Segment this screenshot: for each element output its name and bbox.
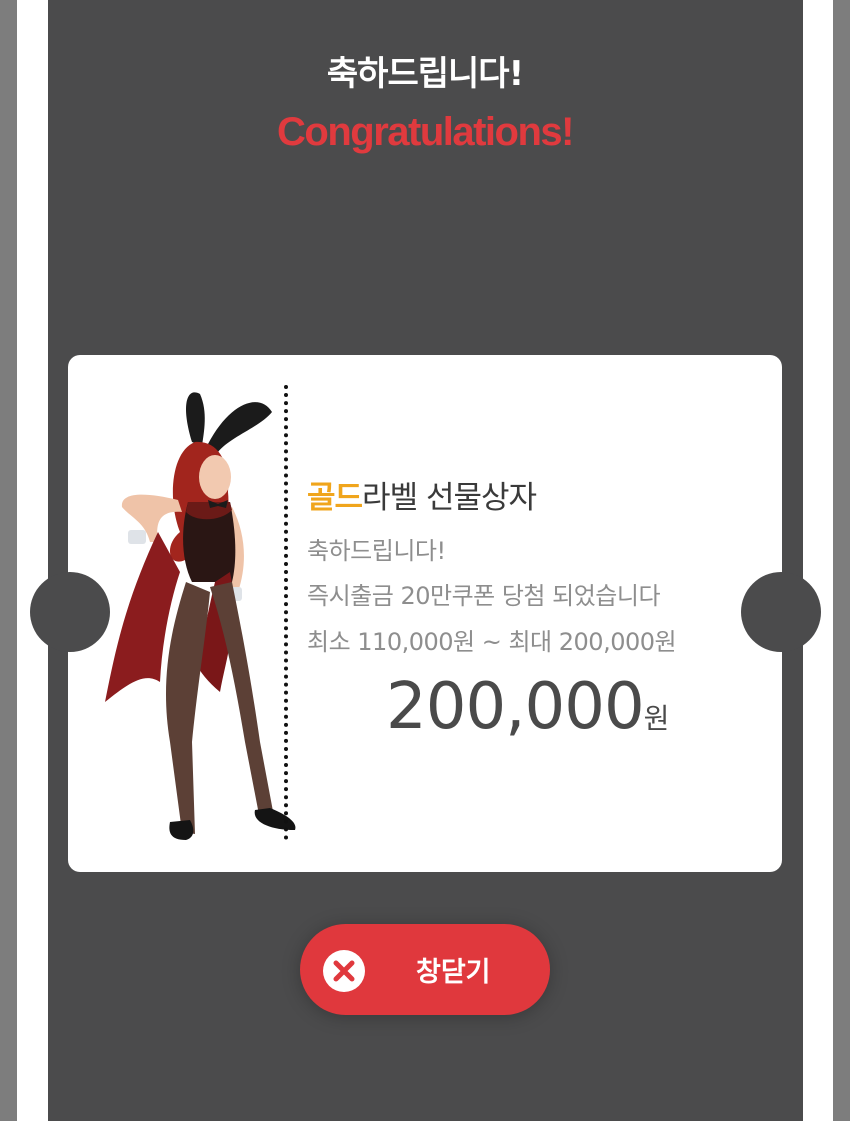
right-margin-strip — [803, 0, 833, 1121]
gift-message-line: 축하드립니다! — [307, 537, 446, 565]
close-button-label: 창닫기 — [416, 957, 491, 988]
bunny-character-illustration — [105, 392, 296, 840]
prize-amount-value: 200,000 — [386, 670, 645, 744]
gift-title-highlight: 골드 — [307, 480, 363, 516]
left-margin-strip — [17, 0, 48, 1121]
close-icon — [323, 950, 365, 992]
prize-amount: 200,000원 — [386, 670, 669, 744]
prize-amount-unit: 원 — [643, 702, 670, 735]
gift-description-line: 즉시출금 20만쿠폰 당첨 되었습니다 — [307, 582, 661, 610]
gift-range-line: 최소 110,000원 ~ 최대 200,000원 — [307, 628, 677, 656]
ticket-notch-right — [741, 572, 821, 652]
close-window-button[interactable]: 창닫기 — [300, 924, 550, 1015]
ticket-perforation-line — [284, 385, 292, 840]
ticket-notch-left — [30, 572, 110, 652]
gift-box-title: 골드라벨 선물상자 — [307, 472, 537, 517]
popup-title-english: Congratulations! — [277, 110, 574, 154]
popup-title-korean: 축하드립니다! — [326, 54, 524, 94]
gift-title-rest: 라벨 선물상자 — [362, 480, 537, 516]
